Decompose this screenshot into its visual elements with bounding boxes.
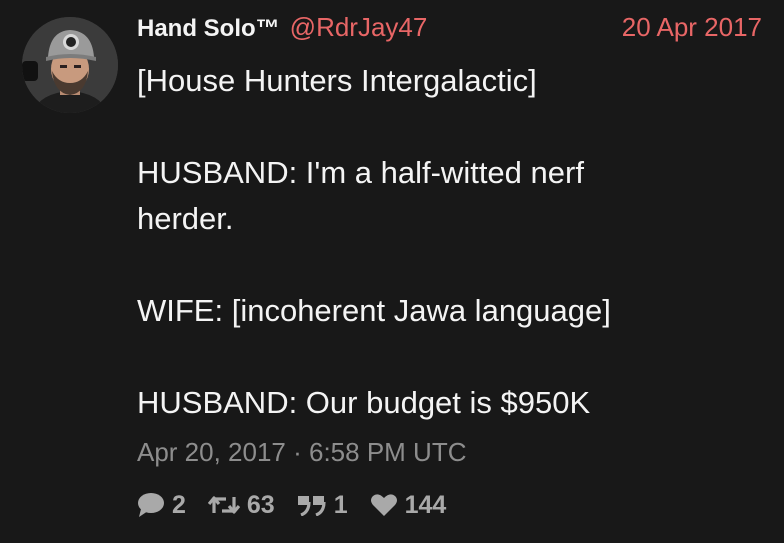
author-fullname[interactable]: Hand Solo™ — [137, 15, 280, 43]
tweet-header: Hand Solo™ @RdrJay47 20 Apr 2017 — [137, 12, 762, 48]
retweet-icon — [207, 496, 240, 514]
content-line: herder. — [137, 201, 234, 236]
like-stat[interactable]: 144 — [370, 490, 447, 520]
avatar[interactable] — [22, 17, 118, 113]
speech-bubble-icon — [138, 493, 164, 517]
comment-stat[interactable]: 2 — [137, 491, 186, 520]
content-line: HUSBAND: I'm a half-witted nerf — [137, 155, 584, 190]
tweet-stats: 2 63 1 144 — [137, 488, 468, 522]
content-line: HUSBAND: Our budget is $950K — [137, 385, 591, 420]
heart-icon — [370, 494, 397, 516]
retweet-stat[interactable]: 63 — [207, 490, 275, 520]
content-line — [137, 334, 757, 380]
author-username[interactable]: @RdrJay47 — [290, 12, 428, 43]
tweet: Hand Solo™ @RdrJay47 20 Apr 2017 [House … — [0, 0, 784, 543]
quote-stat[interactable]: 1 — [297, 491, 348, 520]
comment-count: 2 — [172, 490, 186, 519]
avatar-image — [22, 17, 118, 113]
content-line — [137, 242, 757, 288]
quote-icon — [297, 496, 326, 516]
tweet-content: [House Hunters Intergalactic] HUSBAND: I… — [137, 58, 757, 426]
like-count: 144 — [404, 490, 447, 519]
content-line: [House Hunters Intergalactic] — [137, 63, 537, 98]
quote-count: 1 — [333, 490, 348, 519]
content-line: WIFE: [incoherent Jawa language] — [137, 293, 611, 328]
tweet-date[interactable]: 20 Apr 2017 — [622, 12, 762, 43]
retweet-count: 63 — [246, 490, 275, 519]
tweet-published: Apr 20, 2017 · 6:58 PM UTC — [137, 437, 467, 467]
content-line — [137, 104, 757, 150]
